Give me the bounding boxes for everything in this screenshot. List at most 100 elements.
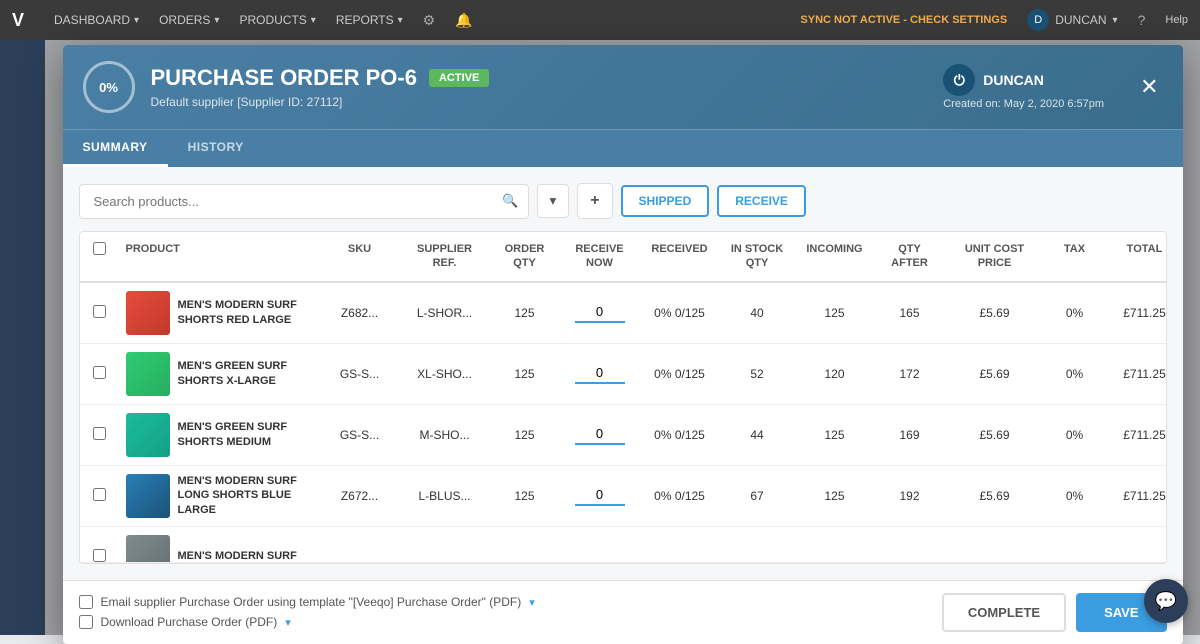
user-menu[interactable]: D DUNCAN ▾ xyxy=(1027,9,1117,31)
receive-now-input[interactable] xyxy=(575,363,625,384)
product-name: MEN'S MODERN SURF LONG SHORTS BLUE LARGE xyxy=(178,474,314,517)
modal-user-info: ⏻ DUNCAN Created on: May 2, 2020 6:57pm xyxy=(943,64,1104,110)
product-thumbnail xyxy=(126,535,170,563)
chat-support-button[interactable]: 💬 xyxy=(1144,579,1188,623)
nav-products[interactable]: PRODUCTS ▾ xyxy=(239,13,315,27)
received-cell: 0% 0/125 xyxy=(640,298,720,328)
modal-title: PURCHASE ORDER PO-6 ACTIVE xyxy=(151,65,928,91)
header-checkbox xyxy=(80,232,120,281)
header-unit-cost: UNIT COST PRICE xyxy=(945,232,1045,281)
supplier-ref-cell: M-SHO... xyxy=(400,420,490,450)
row-select-checkbox[interactable] xyxy=(93,549,106,562)
order-qty-cell: 125 xyxy=(490,298,560,328)
receive-now-cell[interactable] xyxy=(560,477,640,514)
tab-history[interactable]: HISTORY xyxy=(168,130,264,167)
chevron-down-icon: ▾ xyxy=(134,15,139,26)
search-input[interactable] xyxy=(79,184,529,219)
close-button[interactable]: ✕ xyxy=(1136,72,1162,102)
order-qty-cell: 125 xyxy=(490,481,560,511)
modal-user-name: ⏻ DUNCAN xyxy=(943,64,1104,96)
table-row: MEN'S GREEN SURF SHORTS MEDIUM GS-S... M… xyxy=(80,405,1166,466)
supplier-ref-cell: L-SHOR... xyxy=(400,298,490,328)
sync-status: SYNC NOT ACTIVE - CHECK SETTINGS xyxy=(800,14,1007,26)
header-in-stock-qty: IN STOCK QTY xyxy=(720,232,795,281)
received-cell: 0% 0/125 xyxy=(640,481,720,511)
product-name: MEN'S GREEN SURF SHORTS X-LARGE xyxy=(178,359,314,388)
product-thumbnail xyxy=(126,291,170,335)
header-order-qty: ORDER QTY xyxy=(490,232,560,281)
shipped-button[interactable]: SHIPPED xyxy=(621,185,710,217)
incoming-cell: 125 xyxy=(795,420,875,450)
table-row: MEN'S MODERN SURF LONG SHORTS BLUE LARGE… xyxy=(80,466,1166,527)
nav-orders[interactable]: ORDERS ▾ xyxy=(159,13,219,27)
nav-reports[interactable]: REPORTS ▾ xyxy=(336,13,403,27)
row-select-checkbox[interactable] xyxy=(93,366,106,379)
settings-icon[interactable]: ⚙ xyxy=(423,12,436,29)
header-receive-now: RECEIVE NOW xyxy=(560,232,640,281)
in-stock-cell: 40 xyxy=(720,298,795,328)
in-stock-cell: 67 xyxy=(720,481,795,511)
select-all-checkbox[interactable] xyxy=(93,242,106,255)
modal-footer: Email supplier Purchase Order using temp… xyxy=(63,580,1183,644)
download-template-dropdown[interactable]: ▾ xyxy=(285,616,291,629)
supplier-ref-cell: XL-SHO... xyxy=(400,359,490,389)
row-select-checkbox[interactable] xyxy=(93,305,106,318)
header-tax: TAX xyxy=(1045,232,1105,281)
total-cell: £711.25 xyxy=(1105,359,1167,389)
sku-cell: Z682... xyxy=(320,298,400,328)
product-thumbnail xyxy=(126,413,170,457)
receive-now-cell[interactable] xyxy=(560,294,640,331)
qty-after-cell: 165 xyxy=(875,298,945,328)
user-power-icon: ⏻ xyxy=(943,64,975,96)
bell-icon[interactable]: 🔔 xyxy=(455,12,472,29)
unit-cost-cell: £5.69 xyxy=(945,359,1045,389)
purchase-order-modal: 0% PURCHASE ORDER PO-6 ACTIVE Default su… xyxy=(63,45,1183,644)
modal-body: 🔍 ▾ + SHIPPED RECEIVE xyxy=(63,167,1183,580)
receive-now-cell[interactable] xyxy=(560,416,640,453)
product-name: MEN'S MODERN SURF xyxy=(178,549,297,562)
email-template-dropdown[interactable]: ▾ xyxy=(529,596,535,609)
product-table: PRODUCT SKU SUPPLIER REF. ORDER QTY RECE… xyxy=(79,231,1167,564)
help-label: Help xyxy=(1165,14,1188,26)
total-cell: £711.25 xyxy=(1105,298,1167,328)
email-supplier-row: Email supplier Purchase Order using temp… xyxy=(79,595,535,609)
receive-now-input[interactable] xyxy=(575,485,625,506)
sku-cell: GS-S... xyxy=(320,359,400,389)
row-checkbox xyxy=(80,419,120,451)
order-qty-cell: 125 xyxy=(490,359,560,389)
download-po-checkbox[interactable] xyxy=(79,615,93,629)
tax-cell: 0% xyxy=(1045,420,1105,450)
complete-button[interactable]: COMPLETE xyxy=(942,593,1066,632)
search-row: 🔍 ▾ + SHIPPED RECEIVE xyxy=(79,183,1167,219)
unit-cost-cell: £5.69 xyxy=(945,420,1045,450)
received-cell: 0% 0/125 xyxy=(640,420,720,450)
receive-now-cell[interactable] xyxy=(560,355,640,392)
product-cell: MEN'S MODERN SURF LONG SHORTS BLUE LARGE xyxy=(120,466,320,526)
help-icon[interactable]: ? xyxy=(1138,12,1146,28)
email-supplier-checkbox[interactable] xyxy=(79,595,93,609)
table-row: MEN'S MODERN SURF xyxy=(80,527,1166,563)
footer-actions: COMPLETE SAVE xyxy=(942,593,1167,632)
chevron-down-icon: ▾ xyxy=(311,15,316,26)
product-cell: MEN'S GREEN SURF SHORTS MEDIUM xyxy=(120,405,320,465)
filter-dropdown-button[interactable]: ▾ xyxy=(537,184,570,218)
product-name: MEN'S MODERN SURF SHORTS RED LARGE xyxy=(178,298,314,327)
qty-after-cell: 192 xyxy=(875,481,945,511)
progress-circle: 0% xyxy=(83,61,135,113)
header-incoming: INCOMING xyxy=(795,232,875,281)
nav-dashboard[interactable]: DASHBOARD ▾ xyxy=(54,13,139,27)
product-cell: MEN'S MODERN SURF SHORTS RED LARGE xyxy=(120,283,320,343)
receive-button[interactable]: RECEIVE xyxy=(717,185,806,217)
tab-summary[interactable]: SUMMARY xyxy=(63,130,168,167)
add-product-button[interactable]: + xyxy=(577,183,612,219)
qty-after-cell: 169 xyxy=(875,420,945,450)
receive-now-input[interactable] xyxy=(575,302,625,323)
row-checkbox xyxy=(80,541,120,563)
receive-now-input[interactable] xyxy=(575,424,625,445)
header-supplier-ref: SUPPLIER REF. xyxy=(400,232,490,281)
row-select-checkbox[interactable] xyxy=(93,488,106,501)
tax-cell: 0% xyxy=(1045,359,1105,389)
chevron-down-icon: ▾ xyxy=(1113,15,1118,26)
row-select-checkbox[interactable] xyxy=(93,427,106,440)
tax-cell: 0% xyxy=(1045,298,1105,328)
